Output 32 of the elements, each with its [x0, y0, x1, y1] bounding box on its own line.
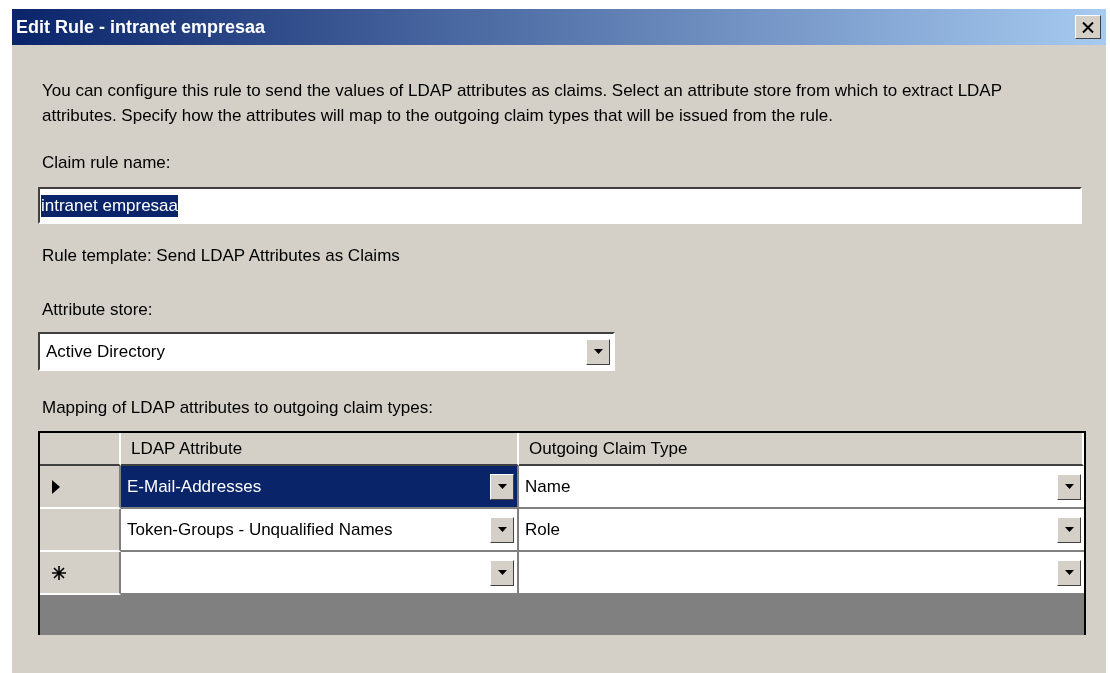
row-header[interactable]	[40, 552, 121, 595]
dropdown-button[interactable]	[1057, 516, 1081, 543]
dropdown-arrow-icon	[497, 527, 507, 532]
dropdown-button[interactable]	[490, 516, 514, 543]
current-row-icon	[52, 479, 60, 494]
dropdown-button[interactable]	[490, 559, 514, 586]
attribute-store-dropdown[interactable]: Active Directory	[40, 334, 613, 369]
dropdown-arrow-icon	[497, 570, 507, 575]
description-text: You can configure this rule to send the values of LDAP attributes as claims. Select an attribute store from which to extract LDAP attributes. Specify how the attributes will map to the outgoing claim types that will be issued from the rule.	[42, 80, 1003, 127]
dropdown-arrow-icon	[593, 349, 603, 354]
dropdown-arrow-icon	[1064, 527, 1074, 532]
field-label: Attribute store:	[42, 300, 154, 320]
table-label: Mapping of LDAP attributes to outgoing claim types:	[42, 398, 434, 418]
row-header[interactable]	[40, 509, 121, 552]
dropdown-button[interactable]	[1057, 559, 1081, 586]
rule-name-field[interactable]: intranet empresaa	[38, 187, 1082, 224]
column-header[interactable]: LDAP Attribute	[121, 433, 519, 466]
row-header[interactable]	[40, 466, 121, 509]
dropdown-arrow-icon	[1064, 570, 1074, 575]
field-label: Claim rule name:	[42, 153, 172, 173]
window-title: Edit Rule - intranet empresaa	[16, 16, 266, 38]
dropdown-button[interactable]	[586, 338, 610, 365]
dropdown-arrow-icon	[1064, 484, 1074, 489]
dropdown-button[interactable]	[1057, 473, 1081, 500]
rule-template-text: Rule template: Send LDAP Attributes as Claims	[42, 246, 401, 266]
dropdown-arrow-icon	[497, 484, 507, 489]
close-icon	[1082, 21, 1094, 33]
column-header[interactable]: Outgoing Claim Type	[519, 433, 1084, 466]
new-row-icon	[52, 565, 66, 580]
close-button[interactable]	[1075, 15, 1101, 39]
dropdown-button[interactable]	[490, 473, 514, 500]
ldap-attribute-dropdown[interactable]: E-Mail-Addresses	[121, 466, 517, 507]
